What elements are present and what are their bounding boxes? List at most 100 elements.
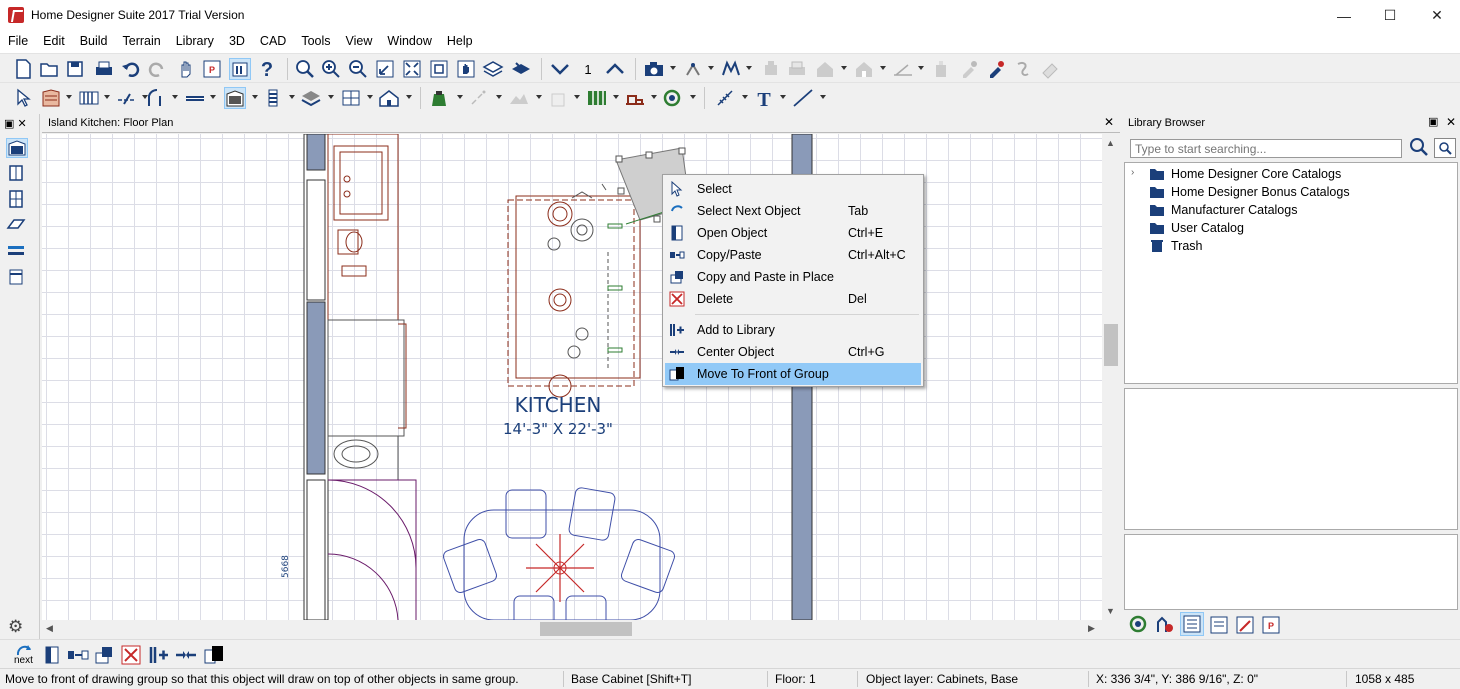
menu-library[interactable]: Library <box>168 31 221 53</box>
open-folder-icon[interactable] <box>38 58 60 80</box>
zoom-icon[interactable] <box>294 58 316 80</box>
library-close-button[interactable]: ✕ <box>1446 115 1456 129</box>
orbit-icon[interactable] <box>682 58 704 80</box>
maximize-button[interactable]: ☐ <box>1367 0 1413 31</box>
plan-view-close-button[interactable]: ✕ <box>1104 115 1114 129</box>
points-icon[interactable] <box>468 87 490 109</box>
building-icon[interactable] <box>378 87 400 109</box>
vertical-scrollbar[interactable]: ▲ ▼ <box>1102 134 1120 620</box>
settings-gear-icon[interactable]: ⚙ <box>8 617 23 637</box>
menu-terrain[interactable]: Terrain <box>115 31 168 53</box>
context-menu-item-select[interactable]: Select <box>665 178 921 200</box>
context-menu-item-copy-paste-in-place[interactable]: Copy and Paste in Place <box>665 266 921 288</box>
railing-icon[interactable] <box>78 87 100 109</box>
elevation-icon[interactable] <box>814 58 836 80</box>
dimension-icon[interactable] <box>892 58 914 80</box>
house-view-icon[interactable] <box>853 58 875 80</box>
material-painter-icon[interactable] <box>985 58 1007 80</box>
menu-edit[interactable]: Edit <box>35 31 72 53</box>
menu-tools[interactable]: Tools <box>293 31 337 53</box>
base-cabinet-icon[interactable] <box>6 138 28 158</box>
cabinet-tool-icon[interactable] <box>224 87 246 109</box>
menu-3d[interactable]: 3D <box>221 31 252 53</box>
door-tool-icon[interactable] <box>146 87 168 109</box>
library-objects-icon[interactable] <box>1154 614 1176 636</box>
menu-window[interactable]: Window <box>379 31 438 53</box>
advanced-search-icon[interactable] <box>1434 138 1456 158</box>
context-menu-item-copy-paste[interactable]: Copy/Paste Ctrl+Alt+C <box>665 244 921 266</box>
print-icon[interactable] <box>93 58 115 80</box>
horizontal-scroll-thumb[interactable] <box>540 622 632 636</box>
framing-icon[interactable] <box>624 87 646 109</box>
fill-window-all-icon[interactable] <box>428 58 450 80</box>
terrain-icon[interactable] <box>508 87 530 109</box>
search-icon[interactable] <box>1408 136 1430 158</box>
window-tool-icon[interactable] <box>184 87 206 109</box>
menu-view[interactable]: View <box>338 31 380 53</box>
eyedropper-icon[interactable] <box>958 58 980 80</box>
menu-build[interactable]: Build <box>72 31 115 53</box>
walkthrough-icon[interactable] <box>720 58 742 80</box>
help-icon[interactable]: ? <box>256 58 278 80</box>
new-file-icon[interactable] <box>12 58 34 80</box>
line-draw-icon[interactable] <box>116 87 138 109</box>
add-to-library-button-icon[interactable] <box>148 645 170 665</box>
undo-zoom-icon[interactable] <box>374 58 396 80</box>
expand-chevron-icon[interactable]: › <box>1131 167 1134 178</box>
library-browser-icon[interactable] <box>229 58 251 80</box>
plant-icon[interactable] <box>548 87 570 109</box>
text-tool-icon[interactable]: T <box>753 87 775 109</box>
print-preview-icon[interactable] <box>786 58 808 80</box>
library-search-icon[interactable] <box>662 87 684 109</box>
save-icon[interactable] <box>64 58 86 80</box>
library-item-trash[interactable]: Trash <box>1171 239 1203 253</box>
floor-plan-canvas[interactable]: KITCHEN 14'-3" X 22'-3" 5668 next <box>42 134 1102 620</box>
zoom-in-icon[interactable] <box>320 58 342 80</box>
scroll-left-icon[interactable]: ◀ <box>46 623 53 634</box>
dimension-tool-icon[interactable] <box>715 87 737 109</box>
wall-cabinet-icon[interactable] <box>6 164 28 184</box>
library-search-input[interactable] <box>1130 139 1402 158</box>
library-item-core-catalogs[interactable]: Home Designer Core Catalogs <box>1171 167 1341 181</box>
schedule-icon[interactable] <box>586 87 608 109</box>
library-list-icon[interactable] <box>1208 614 1230 636</box>
library-item-bonus-catalogs[interactable]: Home Designer Bonus Catalogs <box>1171 185 1350 199</box>
context-menu-item-move-to-front[interactable]: Move To Front of Group <box>665 363 921 385</box>
soffit-icon[interactable] <box>6 216 28 236</box>
layer-display-icon[interactable] <box>482 58 504 80</box>
hand-select-icon[interactable] <box>174 58 196 80</box>
menu-help[interactable]: Help <box>439 31 480 53</box>
library-item-user-catalog[interactable]: User Catalog <box>1171 221 1244 235</box>
library-view-icon[interactable] <box>1180 612 1204 636</box>
render-icon[interactable] <box>760 58 782 80</box>
stairs-tool-icon[interactable] <box>262 87 284 109</box>
scroll-right-icon[interactable]: ▶ <box>1088 623 1095 634</box>
cabinet-filler-icon[interactable] <box>6 268 28 288</box>
roof-tool-icon[interactable] <box>300 87 322 109</box>
context-menu-item-center-object[interactable]: Center Object Ctrl+G <box>665 341 921 363</box>
undo-icon[interactable] <box>120 58 142 80</box>
context-menu-item-select-next[interactable]: Select Next Object Tab <box>665 200 921 222</box>
redo-icon[interactable] <box>146 58 168 80</box>
open-object-button-icon[interactable] <box>42 645 62 665</box>
delete-button-icon[interactable] <box>121 645 141 665</box>
panel-pin-icon[interactable]: ▣ ✕ <box>4 117 34 131</box>
room-tool-icon[interactable] <box>340 87 362 109</box>
library-search-tool-icon[interactable] <box>1128 614 1150 636</box>
fixtures-icon[interactable] <box>428 87 450 109</box>
minimize-button[interactable]: — <box>1321 0 1367 31</box>
full-height-cabinet-icon[interactable] <box>6 190 28 210</box>
menu-cad[interactable]: CAD <box>252 31 293 53</box>
wall-tools-icon[interactable] <box>40 87 62 109</box>
zoom-out-icon[interactable] <box>347 58 369 80</box>
floor-up-icon[interactable] <box>604 58 626 80</box>
select-objects-icon[interactable] <box>12 87 34 109</box>
vertical-scroll-thumb[interactable] <box>1104 324 1118 366</box>
copy-paste-button-icon[interactable] <box>67 645 89 665</box>
library-edit-icon[interactable] <box>1234 614 1256 636</box>
library-material-icon[interactable]: P <box>1260 614 1282 636</box>
sun-angle-icon[interactable] <box>930 58 952 80</box>
materials-icon[interactable]: P <box>201 58 223 80</box>
center-object-button-icon[interactable] <box>175 645 197 665</box>
pan-icon[interactable] <box>455 58 477 80</box>
